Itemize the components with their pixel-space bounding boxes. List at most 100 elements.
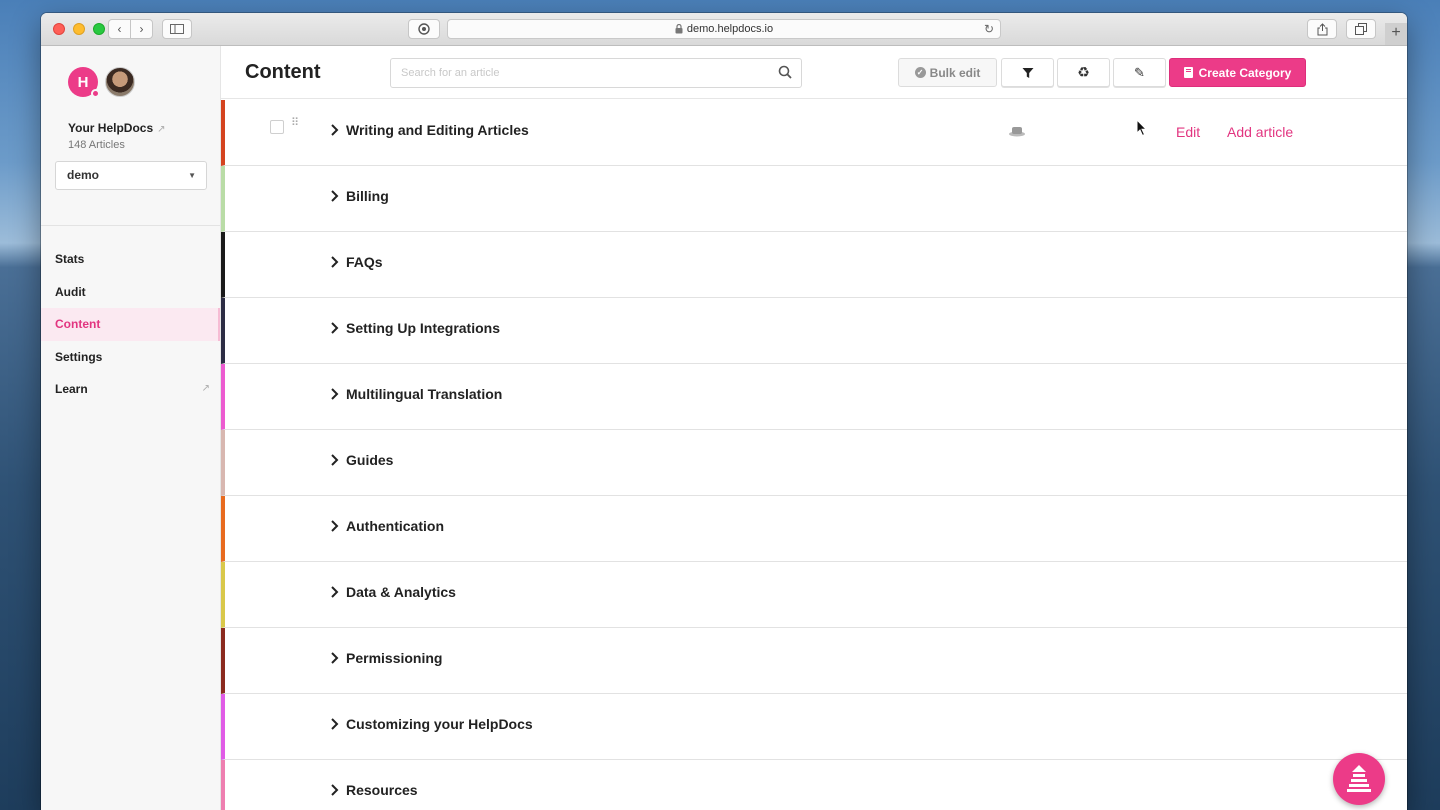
chevron-right-icon[interactable] bbox=[330, 585, 340, 599]
category-row[interactable]: Customizing your HelpDocs bbox=[221, 694, 1407, 760]
share-button[interactable] bbox=[1307, 19, 1337, 39]
category-row[interactable]: Guides bbox=[221, 430, 1407, 496]
lock-icon bbox=[675, 24, 683, 34]
tabs-icon bbox=[1355, 23, 1367, 35]
reload-icon[interactable]: ↻ bbox=[984, 22, 994, 36]
pencil-icon: ✎ bbox=[1134, 64, 1145, 80]
privacy-report-button[interactable] bbox=[408, 19, 440, 39]
category-title[interactable]: Data & Analytics bbox=[346, 584, 456, 600]
sidebar-toggle-button[interactable] bbox=[162, 19, 192, 39]
category-row[interactable]: FAQs bbox=[221, 232, 1407, 298]
sidebar-divider bbox=[41, 225, 220, 226]
create-category-label: Create Category bbox=[1198, 65, 1292, 80]
user-avatar[interactable] bbox=[105, 67, 135, 97]
category-row[interactable]: Billing bbox=[221, 166, 1407, 232]
category-title[interactable]: Authentication bbox=[346, 518, 444, 534]
category-title[interactable]: Setting Up Integrations bbox=[346, 320, 500, 336]
category-title[interactable]: Billing bbox=[346, 188, 389, 204]
browser-toolbar: ‹ › demo.helpdocs.io ↻ + bbox=[41, 13, 1407, 46]
url-text: demo.helpdocs.io bbox=[686, 23, 774, 35]
chevron-right-icon[interactable] bbox=[330, 255, 340, 269]
edit-category-link[interactable]: Edit bbox=[1176, 124, 1200, 140]
chevron-right-icon[interactable] bbox=[330, 651, 340, 665]
recycle-icon: ♻ bbox=[1077, 64, 1090, 80]
chevron-right-icon[interactable] bbox=[330, 387, 340, 401]
chevron-right-icon[interactable] bbox=[330, 717, 340, 731]
new-tab-button[interactable]: + bbox=[1385, 23, 1407, 45]
category-title[interactable]: Resources bbox=[346, 782, 418, 798]
category-row[interactable]: Authentication bbox=[221, 496, 1407, 562]
chevron-right-icon[interactable] bbox=[330, 453, 340, 467]
site-select-value: demo bbox=[67, 168, 100, 182]
sidebar-item-settings[interactable]: Settings bbox=[41, 341, 220, 374]
category-title[interactable]: FAQs bbox=[346, 254, 383, 270]
sidebar-icon bbox=[170, 24, 184, 34]
minimize-window-button[interactable] bbox=[73, 23, 85, 35]
sidebar-item-label: Content bbox=[55, 317, 101, 332]
main-content: Content ✓ Bulk edit ♻ ✎ bbox=[221, 46, 1407, 810]
recycle-bin-button[interactable]: ♻ bbox=[1057, 58, 1110, 87]
sidebar: H Your HelpDocs ↗ 148 Articles demo ▼ Sta… bbox=[41, 46, 221, 810]
external-link-icon: ↗ bbox=[157, 124, 166, 135]
search-input[interactable] bbox=[391, 59, 801, 87]
book-icon bbox=[1183, 67, 1193, 78]
category-row[interactable]: Multilingual Translation bbox=[221, 364, 1407, 430]
drag-handle-icon[interactable]: ⠿ bbox=[291, 118, 301, 129]
close-window-button[interactable] bbox=[53, 23, 65, 35]
tab-overview-button[interactable] bbox=[1346, 19, 1376, 39]
category-title[interactable]: Multilingual Translation bbox=[346, 386, 502, 402]
history-nav: ‹ › bbox=[108, 19, 153, 39]
hat-icon[interactable] bbox=[1008, 125, 1026, 137]
chevron-right-icon[interactable] bbox=[330, 189, 340, 203]
chevron-right-icon[interactable] bbox=[330, 321, 340, 335]
sidebar-item-label: Audit bbox=[55, 284, 86, 299]
category-row[interactable]: Permissioning bbox=[221, 628, 1407, 694]
zoom-window-button[interactable] bbox=[93, 23, 105, 35]
category-row[interactable]: ⠿ Writing and Editing Articles Edit Add … bbox=[221, 100, 1407, 166]
chevron-right-icon[interactable] bbox=[330, 123, 340, 137]
filter-icon bbox=[1022, 67, 1033, 78]
sidebar-item-content[interactable]: Content bbox=[41, 308, 220, 341]
back-button[interactable]: ‹ bbox=[109, 20, 130, 38]
logo-letter: H bbox=[77, 73, 89, 91]
category-row[interactable]: Setting Up Integrations bbox=[221, 298, 1407, 364]
add-article-link[interactable]: Add article bbox=[1227, 124, 1293, 140]
helpdocs-logo[interactable]: H bbox=[68, 67, 100, 98]
address-bar[interactable]: demo.helpdocs.io ↻ bbox=[447, 19, 1001, 39]
help-widget-button[interactable] bbox=[1333, 753, 1385, 805]
caret-down-icon: ▼ bbox=[188, 171, 196, 180]
category-title[interactable]: Customizing your HelpDocs bbox=[346, 716, 533, 732]
sidebar-item-learn[interactable]: Learn ↗ bbox=[41, 373, 220, 406]
sidebar-item-label: Settings bbox=[55, 349, 103, 364]
browser-window: ‹ › demo.helpdocs.io ↻ + H Your HelpDocs… bbox=[41, 13, 1407, 810]
chevron-right-icon[interactable] bbox=[330, 783, 340, 797]
sidebar-item-audit[interactable]: Audit bbox=[41, 276, 220, 309]
sidebar-item-label: Learn bbox=[55, 382, 88, 397]
site-select[interactable]: demo ▼ bbox=[55, 161, 207, 190]
category-list: ⠿ Writing and Editing Articles Edit Add … bbox=[221, 100, 1407, 810]
search-icon[interactable] bbox=[778, 65, 792, 79]
share-icon bbox=[1317, 22, 1327, 35]
org-name-link[interactable]: Your HelpDocs ↗ bbox=[68, 121, 166, 135]
create-category-button[interactable]: Create Category bbox=[1169, 58, 1306, 87]
page-title: Content bbox=[245, 61, 321, 83]
lighthouse-icon bbox=[1347, 765, 1371, 792]
sidebar-nav: Stats Audit Content Settings Learn ↗ bbox=[41, 243, 220, 406]
category-title[interactable]: Guides bbox=[346, 452, 393, 468]
logo-dot bbox=[91, 89, 100, 98]
category-title[interactable]: Permissioning bbox=[346, 650, 442, 666]
sidebar-item-stats[interactable]: Stats bbox=[41, 243, 220, 276]
chevron-right-icon[interactable] bbox=[330, 519, 340, 533]
bulk-edit-button[interactable]: ✓ Bulk edit bbox=[898, 58, 997, 87]
row-checkbox[interactable] bbox=[270, 120, 284, 134]
forward-button[interactable]: › bbox=[130, 20, 152, 38]
filter-button[interactable] bbox=[1001, 58, 1054, 87]
sidebar-item-label: Stats bbox=[55, 252, 85, 266]
category-title[interactable]: Writing and Editing Articles bbox=[346, 122, 529, 138]
external-link-icon: ↗ bbox=[201, 383, 210, 395]
edit-mode-button[interactable]: ✎ bbox=[1113, 58, 1166, 87]
bulk-edit-label: Bulk edit bbox=[929, 65, 981, 80]
check-circle-icon: ✓ bbox=[914, 67, 926, 78]
category-row[interactable]: Resources bbox=[221, 760, 1407, 810]
category-row[interactable]: Data & Analytics bbox=[221, 562, 1407, 628]
